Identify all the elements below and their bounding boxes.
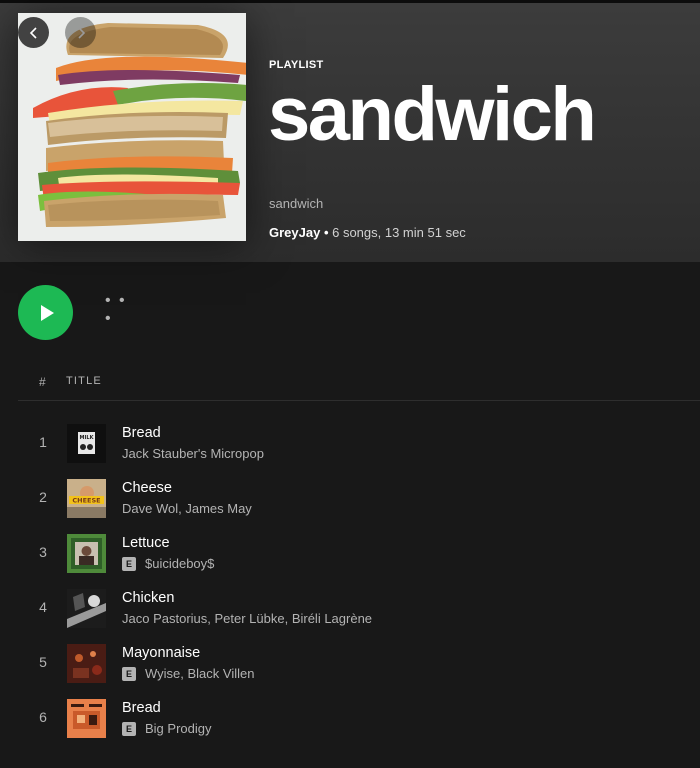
track-artists[interactable]: Wyise, Black Villen xyxy=(145,666,254,681)
track-number: 1 xyxy=(39,434,47,450)
svg-text:MILK: MILK xyxy=(80,435,95,441)
track-subtitle: E $uicideboy$ xyxy=(122,556,214,571)
explicit-badge: E xyxy=(122,721,136,736)
track-album-art xyxy=(67,699,106,738)
more-options-button[interactable]: • • • xyxy=(105,292,135,327)
track-subtitle: E Big Prodigy xyxy=(122,721,211,736)
track-row[interactable]: 2 CHEESE Cheese Dave Wol, James May xyxy=(0,469,700,524)
track-artists[interactable]: $uicideboy$ xyxy=(145,556,214,571)
track-number: 2 xyxy=(39,489,47,505)
back-button[interactable] xyxy=(18,17,49,48)
track-title[interactable]: Lettuce xyxy=(122,535,170,551)
track-album-art xyxy=(67,589,106,628)
track-artists[interactable]: Jaco Pastorius, Peter Lübke, Biréli Lagr… xyxy=(122,611,372,626)
playlist-header: PLAYLIST sandwich sandwich GreyJay • 6 s… xyxy=(0,3,700,262)
track-title[interactable]: Chicken xyxy=(122,590,174,606)
playlist-meta: GreyJay • 6 songs, 13 min 51 sec xyxy=(269,225,466,240)
track-title[interactable]: Mayonnaise xyxy=(122,645,200,661)
forward-button[interactable] xyxy=(65,17,96,48)
column-title-header[interactable]: TITLE xyxy=(66,375,102,387)
track-row[interactable]: 3 Lettuce E $uicideboy$ xyxy=(0,524,700,579)
track-album-art xyxy=(67,534,106,573)
track-title[interactable]: Bread xyxy=(122,700,161,716)
track-number: 4 xyxy=(39,599,47,615)
playlist-type-label: PLAYLIST xyxy=(269,59,324,71)
track-row[interactable]: 4 Chicken Jaco Pastorius, Peter Lübke, B… xyxy=(0,579,700,634)
track-title[interactable]: Cheese xyxy=(122,480,172,496)
playlist-owner-link[interactable]: GreyJay xyxy=(269,225,320,240)
track-album-art: CHEESE xyxy=(67,479,106,518)
playlist-stats: 6 songs, 13 min 51 sec xyxy=(332,225,466,240)
track-album-art xyxy=(67,644,106,683)
svg-text:CHEESE: CHEESE xyxy=(72,497,100,505)
track-number: 6 xyxy=(39,709,47,725)
track-row[interactable]: 6 Bread E Big Prodigy xyxy=(0,689,700,744)
chevron-right-icon xyxy=(77,26,85,39)
track-artists[interactable]: Jack Stauber's Micropop xyxy=(122,446,264,461)
playlist-cover-image[interactable] xyxy=(18,13,246,241)
explicit-badge: E xyxy=(122,556,136,571)
explicit-badge: E xyxy=(122,666,136,681)
column-number-header: # xyxy=(39,375,46,389)
play-button[interactable] xyxy=(18,285,73,340)
play-icon xyxy=(40,304,54,321)
track-artists[interactable]: Dave Wol, James May xyxy=(122,501,252,516)
track-subtitle: E Wyise, Black Villen xyxy=(122,666,254,681)
track-album-art: MILK xyxy=(67,424,106,463)
playlist-description: sandwich xyxy=(269,196,324,211)
tracklist-header: # TITLE xyxy=(18,374,700,401)
playlist-title[interactable]: sandwich xyxy=(268,73,597,157)
track-title[interactable]: Bread xyxy=(122,425,161,441)
track-artists[interactable]: Big Prodigy xyxy=(145,721,211,736)
track-number: 3 xyxy=(39,544,47,560)
track-row[interactable]: 1 MILK Bread Jack Stauber's Micropop xyxy=(0,414,700,469)
track-number: 5 xyxy=(39,654,47,670)
chevron-left-icon xyxy=(29,26,37,39)
track-row[interactable]: 5 Mayonnaise E Wyise, Black Villen xyxy=(0,634,700,689)
meta-separator: • xyxy=(320,225,333,240)
